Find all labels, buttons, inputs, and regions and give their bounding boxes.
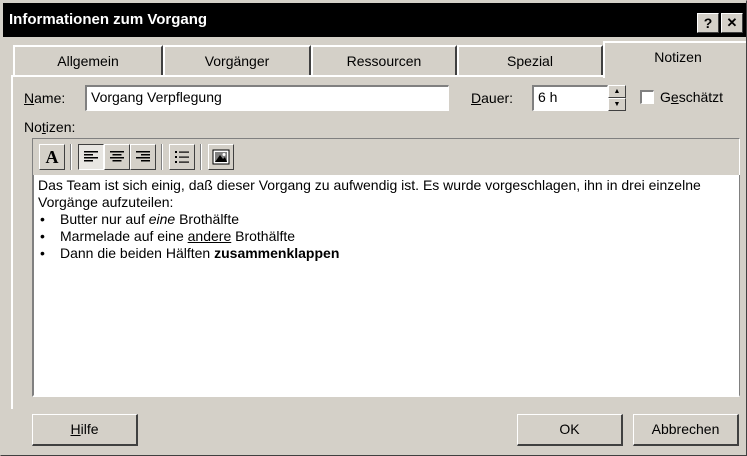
tab-strip: Allgemein Vorgänger Ressourcen Spezial N…: [13, 41, 746, 78]
list-item: Marmelade auf eine andere Brothälfte: [38, 228, 735, 245]
tab-vorgaenger[interactable]: Vorgänger: [163, 45, 311, 77]
tab-ressourcen[interactable]: Ressourcen: [311, 45, 457, 77]
list-item: Butter nur auf eine Brothälfte: [38, 211, 735, 228]
help-button[interactable]: Hilfe: [32, 414, 138, 446]
task-information-dialog: Informationen zum Vorgang ? ✕ Allgemein …: [0, 0, 747, 456]
notes-formatting-toolbar: A: [32, 138, 740, 175]
notes-label: Notizen:: [24, 119, 76, 135]
bullet-list-icon[interactable]: [169, 144, 195, 170]
help-title-button[interactable]: ?: [697, 13, 719, 33]
spin-down-icon[interactable]: ▼: [608, 98, 626, 111]
window-title: Informationen zum Vorgang: [9, 11, 208, 28]
duration-field[interactable]: 6 h: [532, 85, 608, 111]
tab-notizen[interactable]: Notizen: [603, 41, 746, 78]
estimated-label: Geschätzt: [660, 89, 724, 105]
font-glyph: A: [45, 146, 59, 167]
font-icon[interactable]: A: [39, 144, 65, 170]
list-item: Dann die beiden Hälften zusammenklappen: [38, 245, 735, 262]
align-center-icon[interactable]: [104, 144, 130, 170]
notes-paragraph: Das Team ist sich einig, daß dieser Vorg…: [38, 177, 701, 210]
toolbar-separator: [70, 144, 72, 170]
duration-label: Dauer:: [471, 90, 514, 106]
ok-button[interactable]: OK: [517, 414, 623, 446]
duration-spinner[interactable]: ▲ ▼: [608, 85, 626, 111]
name-field[interactable]: Vorgang Verpflegung: [85, 85, 449, 111]
tab-allgemein[interactable]: Allgemein: [13, 45, 163, 77]
notes-text-area[interactable]: Das Team ist sich einig, daß dieser Vorg…: [32, 175, 740, 397]
toolbar-separator: [161, 144, 163, 170]
tab-spezial[interactable]: Spezial: [457, 45, 603, 77]
title-bar[interactable]: Informationen zum Vorgang ? ✕: [3, 3, 746, 37]
insert-object-icon[interactable]: [208, 144, 234, 170]
align-right-icon[interactable]: [130, 144, 156, 170]
notes-bullet-list: Butter nur auf eine Brothälfte Marmelade…: [38, 211, 735, 262]
toolbar-separator: [200, 144, 202, 170]
close-icon[interactable]: ✕: [721, 13, 743, 33]
cancel-button[interactable]: Abbrechen: [633, 414, 739, 446]
align-left-icon[interactable]: [78, 144, 104, 170]
estimated-checkbox[interactable]: [640, 90, 654, 104]
spin-up-icon[interactable]: ▲: [608, 85, 626, 98]
name-label: Name:: [24, 90, 66, 106]
